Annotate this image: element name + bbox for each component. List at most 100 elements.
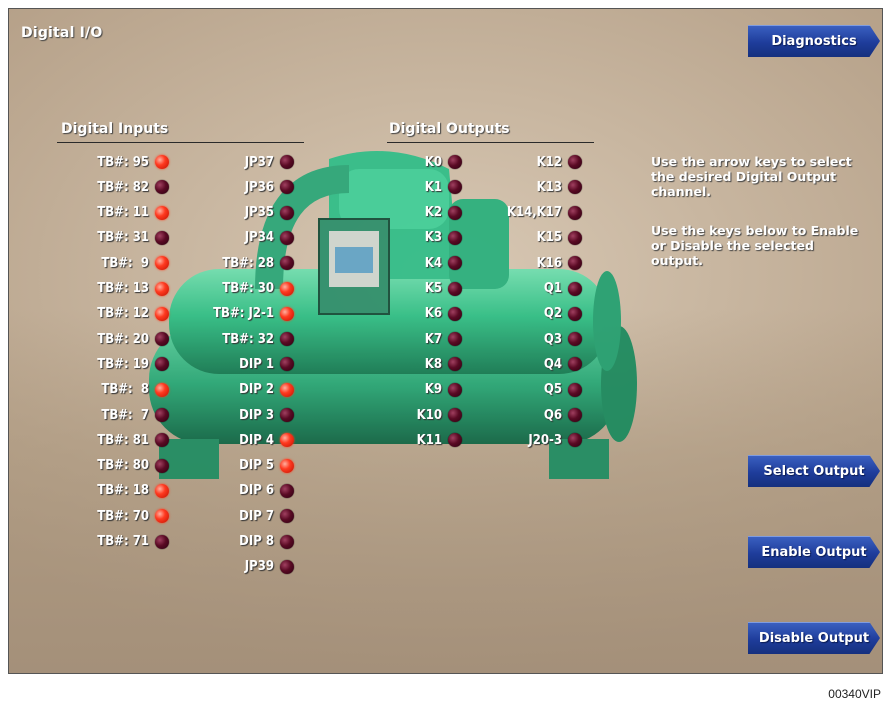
input-indicator-row: DIP 4 bbox=[154, 429, 294, 451]
output-indicator-row[interactable]: K16 bbox=[442, 252, 582, 274]
output-indicator-row[interactable]: K13 bbox=[442, 176, 582, 198]
diagnostics-button[interactable]: Diagnostics bbox=[748, 25, 880, 57]
input-channel-label: TB#: 95 bbox=[97, 154, 149, 170]
output-channel-label: Q2 bbox=[543, 306, 562, 322]
input-channel-label: TB#: 71 bbox=[97, 534, 149, 549]
input-channel-label: TB#: 32 bbox=[222, 331, 274, 347]
digital-outputs-title: Digital Outputs bbox=[389, 121, 510, 137]
figure-code: 00340VIP bbox=[828, 687, 881, 701]
outputs-divider bbox=[387, 142, 594, 143]
input-indicator-row: TB#: 18 bbox=[29, 480, 169, 502]
input-channel-label: TB#: 30 bbox=[222, 281, 274, 296]
input-indicator-row: TB#: 82 bbox=[29, 176, 169, 198]
input-indicator-row: TB#: J2-1 bbox=[154, 303, 294, 325]
output-indicator-row[interactable]: K10 bbox=[322, 404, 462, 426]
input-channel-label: TB#: 7 bbox=[101, 407, 149, 423]
input-channel-label: JP34 bbox=[244, 230, 274, 246]
output-channel-label: K10 bbox=[416, 407, 442, 423]
output-indicator-row[interactable]: K0 bbox=[322, 151, 462, 173]
output-channel-label: K7 bbox=[424, 331, 442, 347]
input-indicator-row: TB#: 31 bbox=[29, 227, 169, 249]
output-channel-label: Q4 bbox=[543, 356, 562, 372]
output-channel-label: K0 bbox=[424, 154, 442, 170]
digital-io-screen: Digital I/O Digital Inputs Digital Outpu… bbox=[8, 8, 883, 674]
status-led-icon bbox=[280, 357, 294, 372]
status-led-icon bbox=[568, 306, 582, 321]
output-indicator-row[interactable]: Q5 bbox=[442, 379, 582, 401]
input-channel-label: TB#: 19 bbox=[97, 356, 149, 372]
status-led-icon bbox=[568, 230, 582, 245]
status-led-icon bbox=[568, 382, 582, 397]
output-indicator-row[interactable]: K1 bbox=[322, 176, 462, 198]
output-indicator-row[interactable]: K14,K17 bbox=[442, 202, 582, 224]
input-indicator-row: DIP 7 bbox=[154, 505, 294, 527]
output-indicator-row[interactable]: K8 bbox=[322, 353, 462, 375]
status-led-icon bbox=[280, 256, 294, 271]
output-indicator-row[interactable]: K3 bbox=[322, 227, 462, 249]
input-indicator-row: DIP 6 bbox=[154, 480, 294, 502]
output-indicator-row[interactable]: Q6 bbox=[442, 404, 582, 426]
input-indicator-row: TB#: 70 bbox=[29, 505, 169, 527]
output-indicator-row[interactable]: K15 bbox=[442, 227, 582, 249]
output-channel-label: K4 bbox=[424, 255, 442, 271]
status-led-icon bbox=[568, 357, 582, 372]
disable-output-button[interactable]: Disable Output bbox=[748, 622, 880, 654]
input-indicator-row: TB#: 95 bbox=[29, 151, 169, 173]
input-channel-label: DIP 2 bbox=[239, 382, 274, 398]
input-indicator-row: TB#: 12 bbox=[29, 303, 169, 325]
status-led-icon bbox=[280, 458, 294, 473]
input-indicator-row: JP34 bbox=[154, 227, 294, 249]
status-led-icon bbox=[568, 180, 582, 195]
input-indicator-row: JP39 bbox=[154, 556, 294, 578]
output-channel-label: Q1 bbox=[543, 281, 562, 296]
output-indicator-row[interactable]: K7 bbox=[322, 328, 462, 350]
input-indicator-row: TB#: 80 bbox=[29, 455, 169, 477]
status-led-icon bbox=[568, 408, 582, 422]
output-channel-label: K8 bbox=[424, 356, 442, 372]
help-text-select: Use the arrow keys to select the desired… bbox=[651, 154, 852, 199]
output-indicator-row[interactable]: K11 bbox=[322, 429, 462, 451]
output-indicator-row[interactable]: Q3 bbox=[442, 328, 582, 350]
output-channel-label: Q5 bbox=[543, 382, 562, 398]
status-led-icon bbox=[568, 205, 582, 220]
output-indicator-row[interactable]: K9 bbox=[322, 379, 462, 401]
status-led-icon bbox=[280, 382, 294, 397]
output-channel-label: K15 bbox=[536, 230, 562, 246]
output-channel-label: K16 bbox=[536, 255, 562, 271]
input-channel-label: DIP 7 bbox=[239, 508, 274, 524]
status-led-icon bbox=[280, 281, 294, 296]
input-channel-label: TB#: 8 bbox=[101, 382, 149, 398]
status-led-icon bbox=[280, 332, 294, 347]
input-channel-label: TB#: 82 bbox=[97, 179, 149, 195]
output-indicator-row[interactable]: Q4 bbox=[442, 353, 582, 375]
select-output-button[interactable]: Select Output bbox=[748, 455, 880, 487]
input-indicator-row: TB#: 32 bbox=[154, 328, 294, 350]
status-led-icon bbox=[280, 433, 294, 448]
output-indicator-row[interactable]: K4 bbox=[322, 252, 462, 274]
input-indicator-row: JP36 bbox=[154, 176, 294, 198]
input-channel-label: TB#: 18 bbox=[97, 483, 149, 499]
input-channel-label: TB#: 28 bbox=[222, 255, 274, 271]
output-channel-label: K12 bbox=[536, 154, 562, 170]
input-indicator-row: DIP 5 bbox=[154, 455, 294, 477]
output-channel-label: K1 bbox=[424, 179, 442, 195]
output-indicator-row[interactable]: J20-3 bbox=[442, 429, 582, 451]
output-channel-label: K2 bbox=[424, 205, 442, 221]
input-channel-label: DIP 3 bbox=[239, 407, 274, 423]
enable-output-button[interactable]: Enable Output bbox=[748, 536, 880, 568]
input-channel-label: JP36 bbox=[244, 179, 274, 195]
status-led-icon bbox=[568, 155, 582, 169]
status-led-icon bbox=[280, 509, 294, 524]
input-indicator-row: TB#: 81 bbox=[29, 429, 169, 451]
output-channel-label: J20-3 bbox=[528, 432, 562, 448]
output-indicator-row[interactable]: Q2 bbox=[442, 303, 582, 325]
output-indicator-row[interactable]: K12 bbox=[442, 151, 582, 173]
input-indicator-row: TB#: 20 bbox=[29, 328, 169, 350]
output-indicator-row[interactable]: Q1 bbox=[442, 278, 582, 300]
output-indicator-row[interactable]: K2 bbox=[322, 202, 462, 224]
output-indicator-row[interactable]: K6 bbox=[322, 303, 462, 325]
output-indicator-row[interactable]: K5 bbox=[322, 278, 462, 300]
status-led-icon bbox=[568, 332, 582, 347]
input-indicator-row: TB#: 7 bbox=[29, 404, 169, 426]
status-led-icon bbox=[280, 408, 294, 422]
